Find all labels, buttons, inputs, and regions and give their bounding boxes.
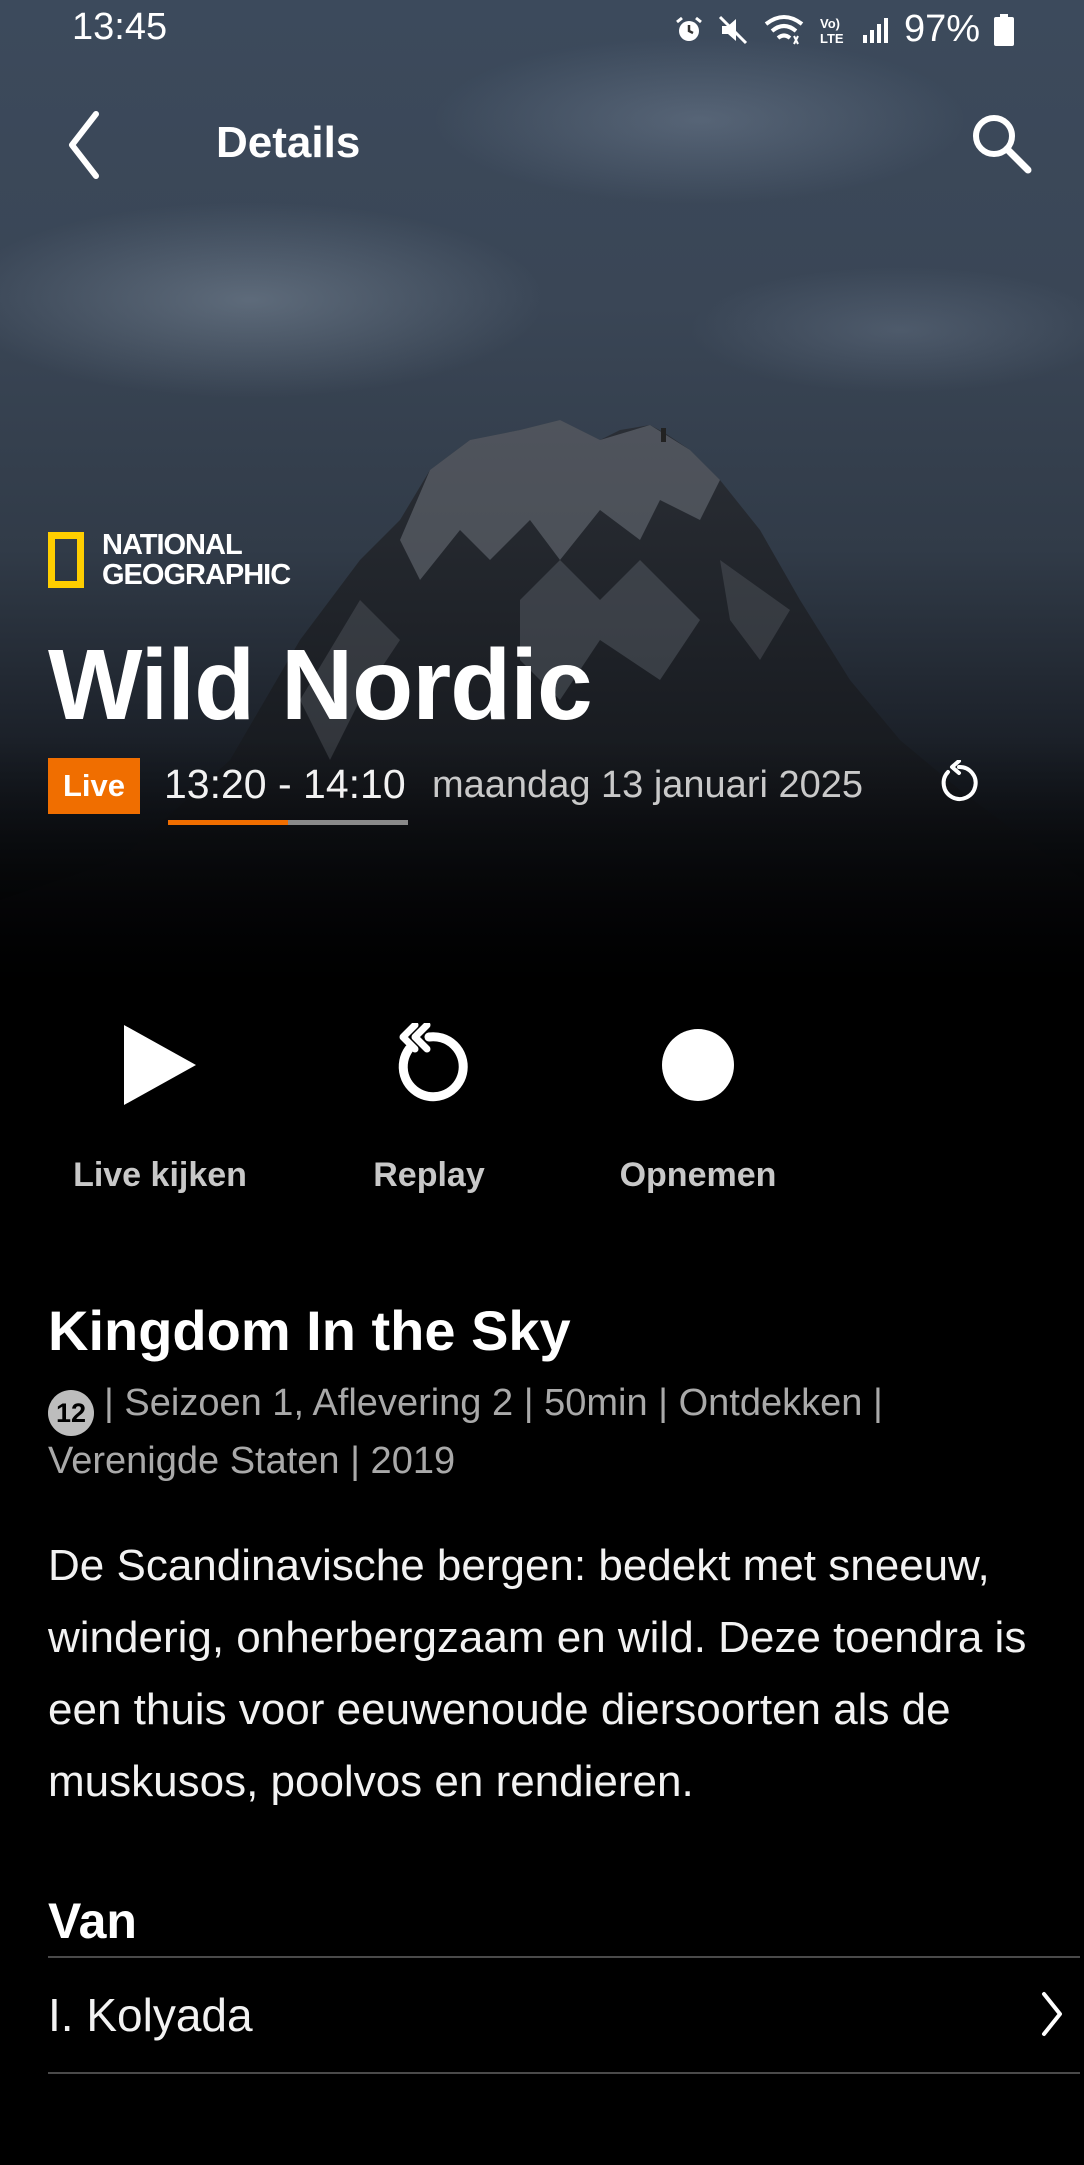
search-button[interactable] bbox=[968, 110, 1034, 176]
national-geographic-frame-icon bbox=[48, 532, 84, 588]
replay-icon bbox=[398, 1023, 468, 1102]
signal-icon bbox=[862, 17, 888, 43]
chevron-left-icon bbox=[69, 111, 99, 179]
record-label: Opnemen bbox=[619, 1156, 777, 1194]
chevron-right-icon bbox=[1042, 1992, 1062, 2036]
episode-description: De Scandinavische bergen: bedekt met sne… bbox=[48, 1541, 1027, 1806]
restart-button[interactable] bbox=[936, 759, 982, 806]
show-title: Wild Nordic bbox=[48, 629, 593, 741]
replay-button[interactable]: Replay bbox=[329, 1010, 529, 1195]
episode-meta: 12 | Seizoen 1, Aflevering 2 | 50min | On… bbox=[48, 1378, 1048, 1486]
broadcast-progress bbox=[168, 820, 408, 825]
battery-icon bbox=[994, 13, 1014, 46]
episode-meta-text: | Seizoen 1, Aflevering 2 | 50min | Ontd… bbox=[48, 1382, 883, 1482]
channel-logo-line-1: NATIONAL bbox=[102, 529, 243, 561]
search-icon bbox=[973, 115, 1032, 174]
broadcast-time: 13:20 - 14:10 bbox=[164, 761, 406, 807]
broadcast-progress-fill bbox=[168, 820, 288, 825]
divider bbox=[48, 1956, 1080, 1958]
wifi-icon bbox=[764, 14, 804, 44]
volte-icon: Vo) LTE bbox=[820, 16, 844, 46]
record-button[interactable]: Opnemen bbox=[598, 1010, 798, 1195]
divider bbox=[48, 2072, 1080, 2074]
live-watch-label: Live kijken bbox=[73, 1156, 247, 1194]
back-button[interactable] bbox=[60, 108, 110, 182]
svg-text:Vo): Vo) bbox=[820, 16, 840, 31]
restart-icon bbox=[941, 759, 978, 801]
play-icon bbox=[124, 1025, 196, 1105]
broadcast-date: maandag 13 januari 2025 bbox=[432, 764, 864, 806]
mute-icon bbox=[718, 15, 747, 44]
credits-section-title: Van bbox=[48, 1893, 137, 1949]
live-badge: Live bbox=[48, 758, 140, 814]
record-icon bbox=[662, 1029, 734, 1101]
svg-text:LTE: LTE bbox=[820, 31, 844, 46]
live-watch-button[interactable]: Live kijken bbox=[60, 1010, 260, 1195]
channel-logo: NATIONAL GEOGRAPHIC bbox=[48, 529, 291, 591]
battery-percentage: 97% bbox=[903, 8, 980, 50]
status-time: 13:45 bbox=[72, 6, 168, 48]
episode-title: Kingdom In the Sky bbox=[48, 1299, 571, 1362]
replay-label: Replay bbox=[373, 1156, 485, 1194]
credit-person-name: I. Kolyada bbox=[48, 1989, 253, 2041]
age-rating-badge: 12 bbox=[48, 1390, 94, 1436]
page-title: Details bbox=[216, 118, 361, 167]
status-bar: 13:45 Vo) LTE 97% bbox=[0, 0, 1084, 56]
credit-person-row[interactable]: I. Kolyada bbox=[48, 1960, 1080, 2070]
alarm-icon bbox=[676, 16, 702, 41]
hero-image bbox=[0, 0, 1084, 1000]
channel-logo-line-2: GEOGRAPHIC bbox=[102, 559, 291, 591]
